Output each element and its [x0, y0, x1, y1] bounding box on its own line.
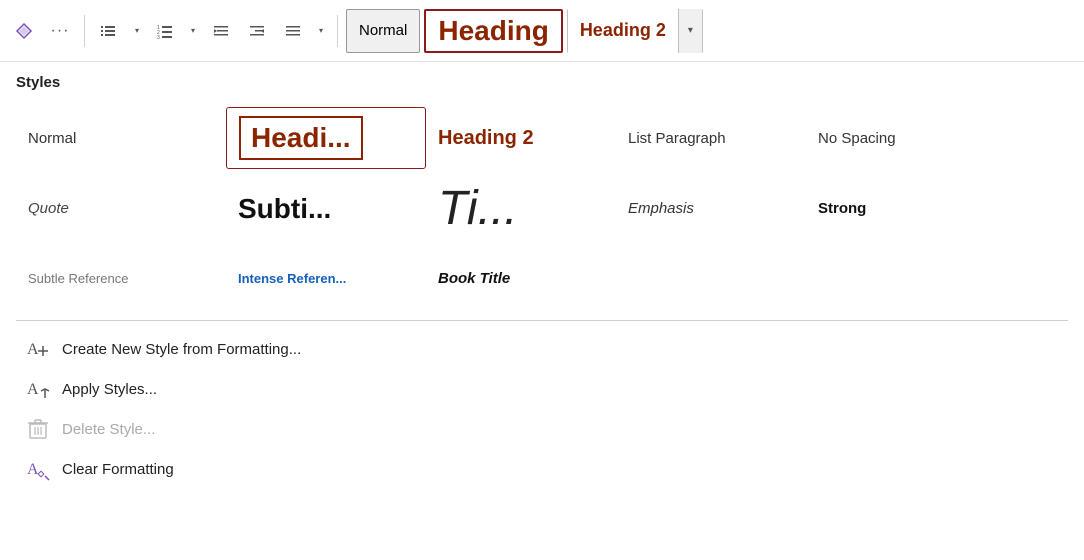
styles-row-2: Quote Subti... Ti... Emphasis Strong: [16, 173, 1068, 244]
styles-row-3: Subtle Reference Intense Referen... Book…: [16, 248, 1068, 308]
style-heading1-text: Headi...: [239, 116, 363, 160]
style-heading2-text: Heading 2: [438, 127, 534, 150]
style-book-title[interactable]: Book Title: [426, 248, 616, 308]
diamond-icon[interactable]: [8, 15, 40, 47]
style-list-paragraph[interactable]: List Paragraph: [616, 108, 806, 168]
clear-formatting-label: Clear Formatting: [62, 461, 174, 478]
decrease-indent-icon[interactable]: [205, 15, 237, 47]
style-book-title-text: Book Title: [438, 270, 510, 287]
style-normal[interactable]: Normal: [16, 108, 226, 168]
style-heading2-label: Heading 2: [580, 20, 666, 41]
panel-divider: [16, 320, 1068, 321]
style-quote-text: Quote: [28, 200, 69, 217]
more-button[interactable]: ···: [44, 15, 76, 47]
bullet-list-icon[interactable]: [93, 15, 125, 47]
style-heading2-group: Heading 2 ▾: [567, 9, 703, 53]
create-style-label: Create New Style from Formatting...: [62, 341, 301, 358]
style-subtle-ref-text: Subtle Reference: [28, 271, 128, 286]
svg-text:3: 3: [157, 35, 160, 40]
apply-styles-button[interactable]: A Apply Styles...: [16, 369, 1068, 409]
clear-formatting-icon: A: [24, 455, 52, 483]
style-subtitle-text: Subti...: [238, 193, 331, 225]
style-heading2-dropdown[interactable]: ▾: [678, 9, 702, 53]
increase-indent-icon[interactable]: [241, 15, 273, 47]
style-strong[interactable]: Strong: [806, 179, 986, 239]
style-emphasis-text: Emphasis: [628, 200, 694, 217]
styles-row-1: Normal Headi... Heading 2 List Paragraph…: [16, 107, 1068, 169]
apply-styles-label: Apply Styles...: [62, 381, 157, 398]
toolbar: ··· ▾ 123 ▾ ▾ Normal Heading Heading 2: [0, 0, 1084, 62]
style-title[interactable]: Ti...: [426, 173, 616, 244]
style-intense-ref-text: Intense Referen...: [238, 271, 346, 286]
style-no-spacing[interactable]: No Spacing: [806, 108, 986, 168]
style-subtitle[interactable]: Subti...: [226, 179, 426, 239]
style-normal-pill[interactable]: Normal: [346, 9, 420, 53]
create-style-icon: A: [24, 335, 52, 363]
styles-panel: Styles Normal Headi... Heading 2 List Pa…: [0, 62, 1084, 501]
style-heading-label: Heading: [438, 15, 548, 47]
styles-title: Styles: [16, 74, 1068, 91]
numbered-list-dropdown[interactable]: ▾: [185, 15, 201, 47]
sort-icon[interactable]: [277, 15, 309, 47]
delete-style-button[interactable]: Delete Style...: [16, 409, 1068, 449]
divider-1: [84, 15, 85, 47]
create-style-button[interactable]: A Create New Style from Formatting...: [16, 329, 1068, 369]
style-heading-pill[interactable]: Heading: [424, 9, 562, 53]
clear-formatting-button[interactable]: A Clear Formatting: [16, 449, 1068, 489]
svg-text:A: A: [27, 341, 39, 358]
style-heading2-pill[interactable]: Heading 2: [568, 9, 678, 53]
style-quote[interactable]: Quote: [16, 179, 226, 239]
apply-styles-icon: A: [24, 375, 52, 403]
style-normal-label: Normal: [359, 22, 407, 39]
numbered-list-icon[interactable]: 123: [149, 15, 181, 47]
style-heading1[interactable]: Headi...: [226, 107, 426, 169]
sort-dropdown[interactable]: ▾: [313, 15, 329, 47]
delete-style-label: Delete Style...: [62, 421, 155, 438]
svg-text:A: A: [27, 381, 39, 398]
style-heading2[interactable]: Heading 2: [426, 108, 616, 168]
style-strong-text: Strong: [818, 200, 866, 217]
style-emphasis[interactable]: Emphasis: [616, 179, 806, 239]
style-title-text: Ti...: [438, 181, 518, 236]
delete-style-icon: [24, 415, 52, 443]
style-no-spacing-text: No Spacing: [818, 130, 896, 147]
style-list-paragraph-text: List Paragraph: [628, 130, 726, 147]
svg-text:A: A: [27, 461, 39, 478]
style-normal-text: Normal: [28, 130, 76, 147]
divider-2: [337, 15, 338, 47]
bullet-list-dropdown[interactable]: ▾: [129, 15, 145, 47]
style-subtle-reference[interactable]: Subtle Reference: [16, 248, 226, 308]
style-intense-reference[interactable]: Intense Referen...: [226, 248, 426, 308]
